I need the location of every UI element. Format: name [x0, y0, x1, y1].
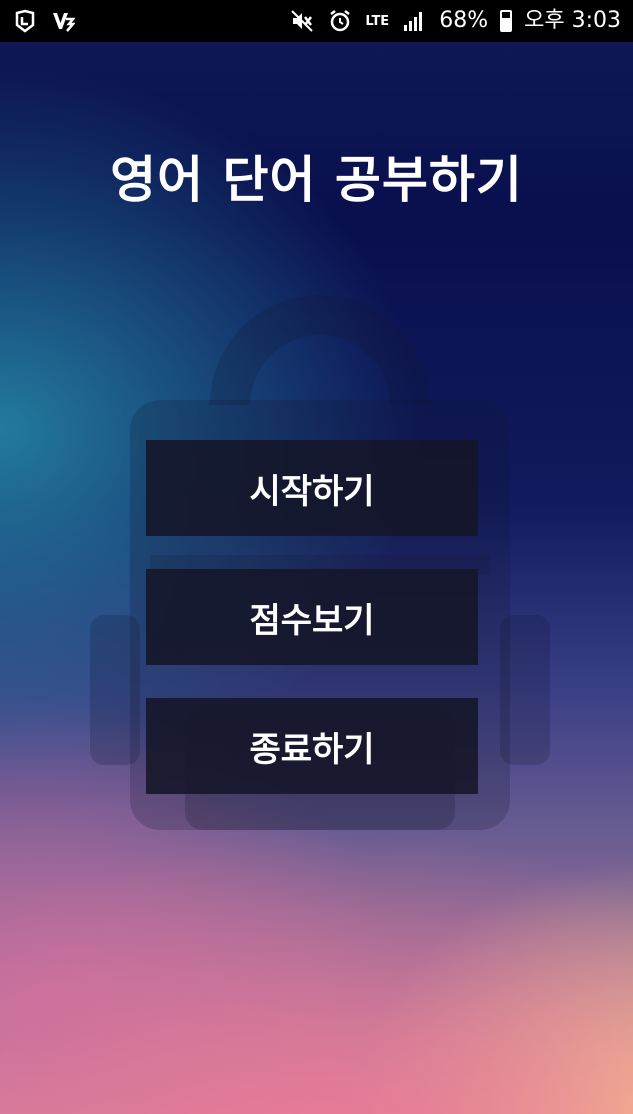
battery-icon [500, 10, 513, 32]
page-title: 영어 단어 공부하기 [110, 151, 523, 209]
mute-icon [289, 8, 315, 34]
battery-percent: 68% [439, 8, 489, 33]
status-bar: LTE 68% 오후 3:03 [0, 0, 633, 42]
app-screen: LTE 68% 오후 3:03 영어 단어 공부하기 시작하기 점수보기 종료하… [0, 0, 633, 1114]
status-left-icons [12, 8, 76, 34]
alarm-icon [327, 8, 353, 34]
start-button[interactable]: 시작하기 [146, 440, 478, 536]
exit-button[interactable]: 종료하기 [146, 698, 478, 794]
signal-icon [401, 8, 427, 34]
v3-logo-icon [50, 8, 76, 34]
view-score-button[interactable]: 점수보기 [146, 569, 478, 665]
lte-icon: LTE [365, 13, 390, 29]
clock: 오후 3:03 [524, 8, 621, 33]
status-right-icons: LTE 68% 오후 3:03 [289, 8, 621, 34]
app-logo-icon [12, 8, 38, 34]
